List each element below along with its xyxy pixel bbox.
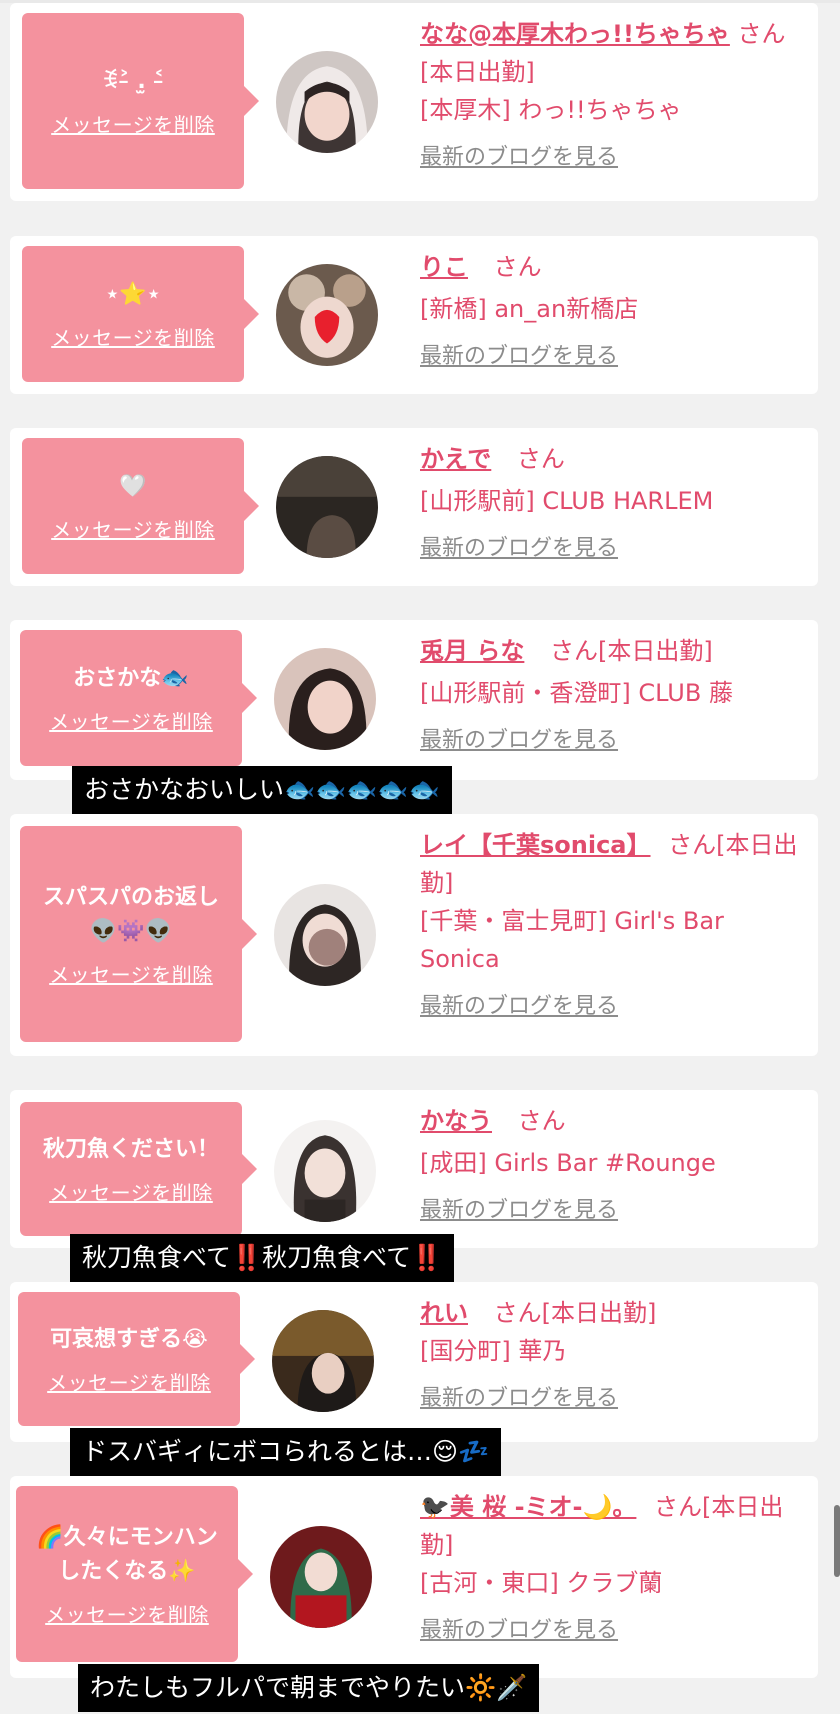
cast-info: れい さん[本日出勤] [国分町] 華乃 最新のブログを見る xyxy=(420,1294,810,1418)
cast-info: レイ【千葉sonica】 さん[本日出勤] [千葉・富士見町] Girl's B… xyxy=(420,826,810,1026)
cast-name-link[interactable]: レイ【千葉sonica】 xyxy=(420,831,651,859)
message-text: ꉂ˃̵ .̫ ˂̵ xyxy=(101,68,165,94)
message-text: ⋆⭐⋆ xyxy=(105,281,161,307)
message-card: 秋刀魚ください！ メッセージを削除 かなう さん [成田] Girls Bar … xyxy=(10,1090,818,1248)
latest-blog-link[interactable]: 最新のブログを見る xyxy=(420,139,810,177)
avatar[interactable] xyxy=(274,884,376,986)
avatar[interactable] xyxy=(274,1120,376,1222)
avatar[interactable] xyxy=(276,264,378,366)
cast-status: さん xyxy=(516,445,565,473)
cast-name-link[interactable]: かなう xyxy=(420,1107,492,1135)
message-text: おさかな🐟 xyxy=(73,665,189,691)
delete-message-link[interactable]: メッセージを削除 xyxy=(49,706,213,735)
shop-name: [古河・東口] クラブ蘭 xyxy=(420,1569,663,1597)
latest-blog-link[interactable]: 最新のブログを見る xyxy=(420,988,810,1026)
shop-name: [千葉・富士見町] Girl's Bar Sonica xyxy=(420,907,724,973)
scrollbar-thumb[interactable] xyxy=(834,1505,840,1577)
message-text: 🤍 xyxy=(119,473,147,499)
message-bubble: ⋆⭐⋆ メッセージを削除 xyxy=(22,246,259,382)
message-bubble: スパスパのお返し 👽👾👽 メッセージを削除 xyxy=(20,826,257,1042)
delete-message-link[interactable]: メッセージを削除 xyxy=(49,1177,213,1206)
latest-blog-link[interactable]: 最新のブログを見る xyxy=(420,1612,810,1650)
shop-name: [新橋] an_an新橋店 xyxy=(420,295,639,323)
cast-info: 兎月 らな さん[本日出勤] [山形駅前・香澄町] CLUB 藤 最新のブログを… xyxy=(420,632,810,760)
message-bubble: 🌈久々にモンハン したくなる✨ メッセージを削除 xyxy=(16,1486,253,1662)
shop-name: [国分町] 華乃 xyxy=(420,1337,567,1365)
latest-blog-link[interactable]: 最新のブログを見る xyxy=(420,530,810,568)
message-bubble: 秋刀魚ください！ メッセージを削除 xyxy=(20,1102,257,1236)
shop-name: [山形駅前] CLUB HARLEM xyxy=(420,487,714,515)
cast-status: さん xyxy=(493,253,542,281)
cast-info: 🐦‍⬛美 桜 -ミオ-🌙。 さん[本日出勤] [古河・東口] クラブ蘭 最新のブ… xyxy=(420,1488,810,1650)
avatar[interactable] xyxy=(274,648,376,750)
delete-message-link[interactable]: メッセージを削除 xyxy=(51,109,215,138)
avatar[interactable] xyxy=(272,1310,374,1412)
video-caption: ドスバギィにボコられるとは…😌💤 xyxy=(70,1428,502,1476)
delete-message-link[interactable]: メッセージを削除 xyxy=(47,1367,211,1396)
message-bubble: ꉂ˃̵ .̫ ˂̵ メッセージを削除 xyxy=(22,13,259,189)
message-bubble: 🤍 メッセージを削除 xyxy=(22,438,259,574)
cast-status: さん xyxy=(517,1107,566,1135)
message-text: 可哀想すぎる😭 xyxy=(50,1326,208,1352)
shop-name: [山形駅前・香澄町] CLUB 藤 xyxy=(420,679,733,707)
cast-name-link[interactable]: なな@本厚木わっ!!ちゃちゃ xyxy=(420,20,730,48)
delete-message-link[interactable]: メッセージを削除 xyxy=(49,959,213,988)
cast-status: さん[本日出勤] xyxy=(550,637,713,665)
message-text: 🌈久々にモンハン したくなる✨ xyxy=(36,1524,218,1584)
video-caption: おさかなおいしい🐟🐟🐟🐟🐟 xyxy=(72,766,452,814)
avatar[interactable] xyxy=(276,456,378,558)
message-text: 秋刀魚ください！ xyxy=(42,1136,219,1162)
cast-name-link[interactable]: りこ xyxy=(420,253,468,281)
message-card: 可哀想すぎる😭 メッセージを削除 れい さん[本日出勤] [国分町] 華乃 最新… xyxy=(10,1282,818,1442)
video-caption: 秋刀魚食べて‼️秋刀魚食べて‼️ xyxy=(70,1234,455,1282)
cast-info: かなう さん [成田] Girls Bar #Rounge 最新のブログを見る xyxy=(420,1102,810,1230)
cast-name-link[interactable]: れい xyxy=(420,1299,468,1327)
cast-status: さん[本日出勤] xyxy=(493,1299,657,1327)
delete-message-link[interactable]: メッセージを削除 xyxy=(45,1599,209,1628)
cast-info: なな@本厚木わっ!!ちゃちゃ さん[本日出勤] [本厚木] わっ!!ちゃちゃ 最… xyxy=(420,15,810,177)
cast-name-link[interactable]: 兎月 らな xyxy=(420,637,524,665)
message-card: ꉂ˃̵ .̫ ˂̵ メッセージを削除 なな@本厚木わっ!!ちゃちゃ さん[本日出… xyxy=(10,3,818,201)
message-card: おさかな🐟 メッセージを削除 兎月 らな さん[本日出勤] [山形駅前・香澄町]… xyxy=(10,620,818,780)
message-bubble: おさかな🐟 メッセージを削除 xyxy=(20,630,257,766)
latest-blog-link[interactable]: 最新のブログを見る xyxy=(420,722,810,760)
latest-blog-link[interactable]: 最新のブログを見る xyxy=(420,1380,810,1418)
message-bubble: 可哀想すぎる😭 メッセージを削除 xyxy=(18,1292,255,1426)
cast-info: かえで さん [山形駅前] CLUB HARLEM 最新のブログを見る xyxy=(420,440,810,568)
latest-blog-link[interactable]: 最新のブログを見る xyxy=(420,1192,810,1230)
message-text: スパスパのお返し 👽👾👽 xyxy=(42,884,219,944)
cast-info: りこ さん [新橋] an_an新橋店 最新のブログを見る xyxy=(420,248,810,376)
latest-blog-link[interactable]: 最新のブログを見る xyxy=(420,338,810,376)
avatar[interactable] xyxy=(270,1526,372,1628)
message-card: 🌈久々にモンハン したくなる✨ メッセージを削除 🐦‍⬛美 桜 -ミオ-🌙。 さ… xyxy=(10,1476,818,1678)
message-card: スパスパのお返し 👽👾👽 メッセージを削除 レイ【千葉sonica】 さん[本日… xyxy=(10,814,818,1056)
message-card: 🤍 メッセージを削除 かえで さん [山形駅前] CLUB HARLEM 最新の… xyxy=(10,428,818,586)
cast-name-link[interactable]: かえで xyxy=(420,445,491,473)
shop-name: [本厚木] わっ!!ちゃちゃ xyxy=(420,96,682,124)
delete-message-link[interactable]: メッセージを削除 xyxy=(51,322,215,351)
message-card: ⋆⭐⋆ メッセージを削除 りこ さん [新橋] an_an新橋店 最新のブログを… xyxy=(10,236,818,394)
video-caption: わたしもフルパで朝までやりたい🔆🗡️ xyxy=(78,1664,540,1712)
delete-message-link[interactable]: メッセージを削除 xyxy=(51,514,215,543)
avatar[interactable] xyxy=(276,51,378,153)
cast-name-link[interactable]: 🐦‍⬛美 桜 -ミオ-🌙。 xyxy=(420,1493,636,1521)
shop-name: [成田] Girls Bar #Rounge xyxy=(420,1149,716,1177)
